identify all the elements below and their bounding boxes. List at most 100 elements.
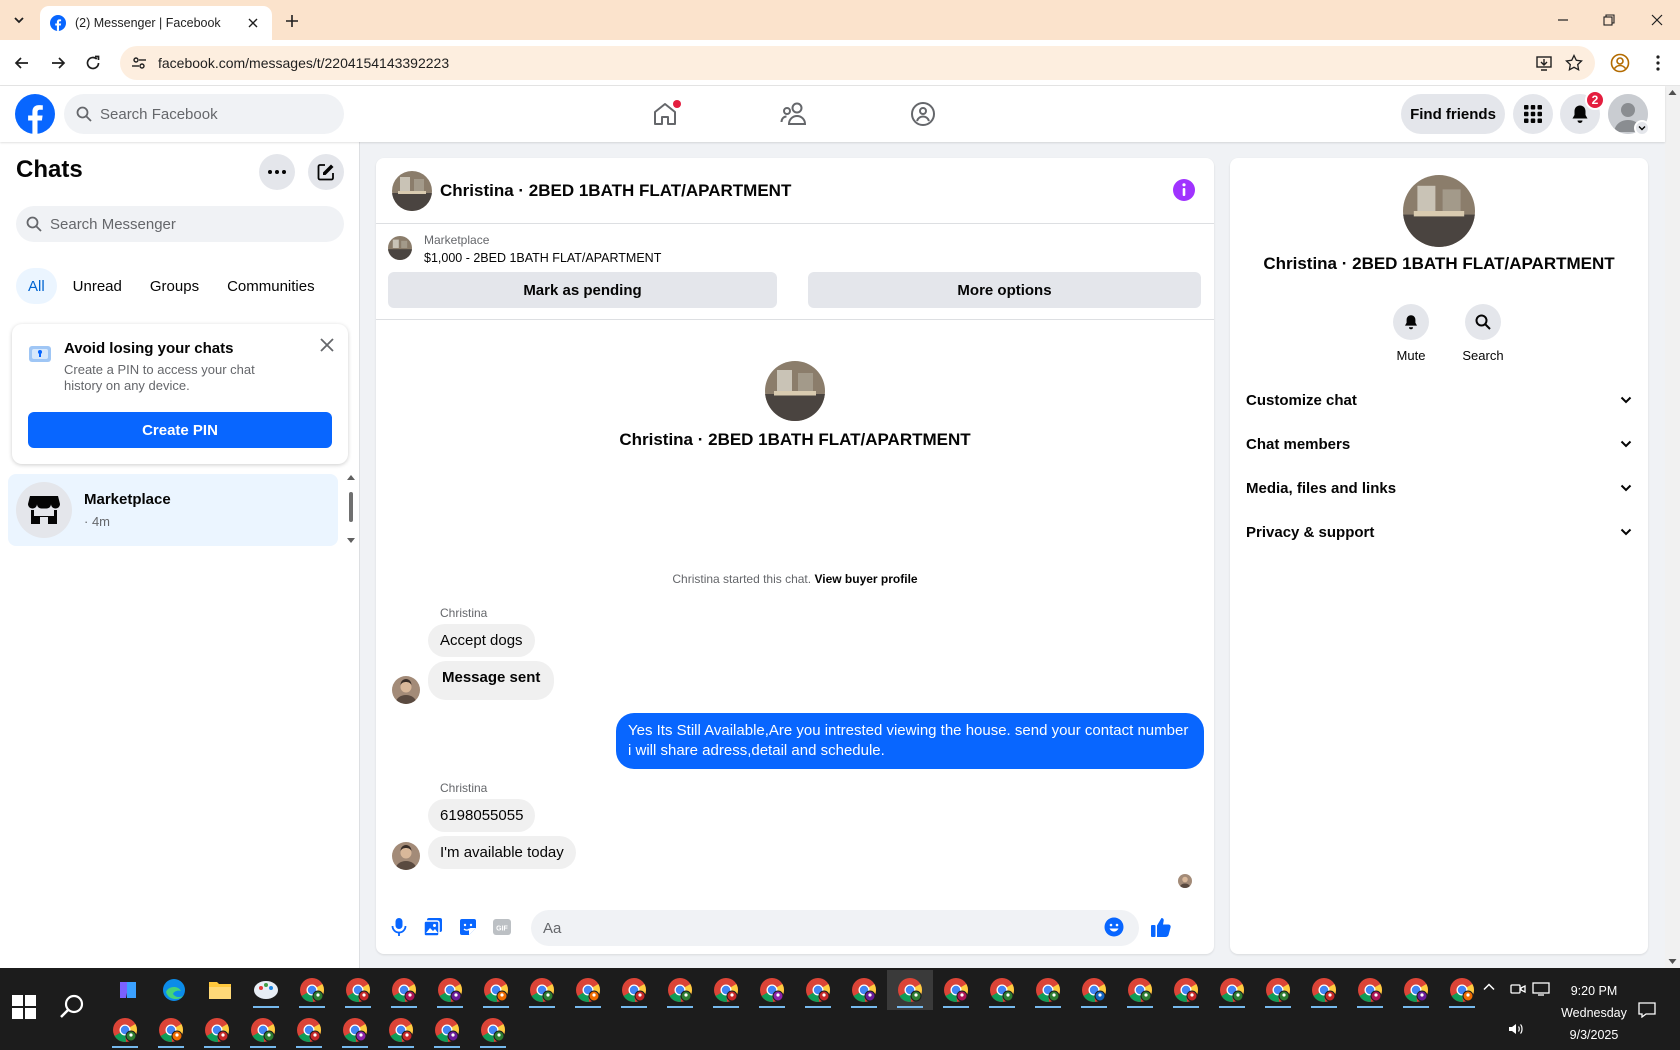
chrome-window-icon[interactable] (519, 970, 565, 1010)
chat-header-name[interactable]: Christina · 2BED 1BATH FLAT/APARTMENT (440, 181, 791, 201)
chats-options-button[interactable] (259, 154, 295, 190)
create-pin-button[interactable]: Create PIN (28, 412, 332, 448)
chrome-window-icon[interactable] (933, 970, 979, 1010)
chrome-window-icon[interactable] (1393, 970, 1439, 1010)
edge-app-icon[interactable] (151, 970, 197, 1010)
chrome-window-icon[interactable] (611, 970, 657, 1010)
page-scrollbar[interactable] (1665, 86, 1680, 968)
chrome-window-icon[interactable] (657, 970, 703, 1010)
more-options-button[interactable]: More options (808, 272, 1201, 308)
listing-thumbnail[interactable] (388, 236, 412, 260)
find-friends-button[interactable]: Find friends (1401, 94, 1505, 134)
chrome-window-icon[interactable] (286, 1010, 332, 1050)
chrome-window-icon[interactable] (1163, 970, 1209, 1010)
bookmark-star-icon[interactable] (1559, 48, 1589, 78)
reload-button[interactable] (80, 50, 106, 76)
pin-card-close-icon[interactable] (316, 334, 338, 356)
chat-members-section[interactable]: Chat members (1246, 424, 1632, 464)
chrome-window-icon[interactable] (979, 970, 1025, 1010)
sender-avatar[interactable] (392, 676, 420, 704)
chrome-window-icon[interactable] (427, 970, 473, 1010)
close-window-button[interactable] (1634, 0, 1680, 40)
facebook-search-bar[interactable] (64, 94, 344, 134)
facebook-logo-icon[interactable] (15, 94, 55, 134)
tab-search-dropdown[interactable] (6, 8, 32, 32)
chrome-window-icon[interactable] (378, 1010, 424, 1050)
browser-profile-icon[interactable] (1607, 50, 1633, 76)
mark-as-pending-button[interactable]: Mark as pending (388, 272, 777, 308)
notification-center-icon[interactable] (1638, 1002, 1656, 1018)
chrome-window-icon[interactable] (887, 970, 933, 1010)
chat-header-avatar[interactable] (392, 171, 432, 211)
sender-avatar[interactable] (392, 842, 420, 870)
chrome-window-icon[interactable] (424, 1010, 470, 1050)
sticker-button[interactable] (455, 914, 481, 940)
mute-action[interactable]: Mute (1383, 304, 1439, 363)
new-tab-button[interactable] (280, 9, 304, 33)
media-files-links-section[interactable]: Media, files and links (1246, 468, 1632, 508)
browser-tab-messenger[interactable]: (2) Messenger | Facebook (40, 6, 272, 40)
chrome-window-icon[interactable] (332, 1010, 378, 1050)
incoming-message[interactable]: Accept dogs (428, 624, 535, 657)
copilot-app-icon[interactable] (105, 970, 151, 1010)
new-message-button[interactable] (308, 154, 344, 190)
chrome-window-icon[interactable] (473, 970, 519, 1010)
search-action[interactable]: Search (1455, 304, 1511, 363)
message-input[interactable] (543, 919, 1063, 937)
like-button[interactable] (1148, 914, 1174, 940)
chrome-window-icon[interactable] (1071, 970, 1117, 1010)
restore-button[interactable] (1586, 0, 1632, 40)
paint-app-icon[interactable] (243, 970, 289, 1010)
chrome-window-icon[interactable] (749, 970, 795, 1010)
conversation-item-marketplace[interactable]: Marketplace · 4m (8, 474, 338, 546)
chrome-window-icon[interactable] (841, 970, 887, 1010)
messenger-search-input[interactable] (50, 215, 320, 233)
chrome-window-icon[interactable] (240, 1010, 286, 1050)
filter-communities[interactable]: Communities (215, 268, 327, 304)
browser-menu-icon[interactable] (1645, 50, 1671, 76)
chrome-window-icon[interactable] (289, 970, 335, 1010)
chats-scrollbar[interactable] (345, 474, 357, 544)
chrome-window-icon[interactable] (1117, 970, 1163, 1010)
nav-friends[interactable] (739, 86, 849, 142)
facebook-search-input[interactable] (100, 105, 320, 123)
meet-now-icon[interactable] (1510, 982, 1526, 996)
install-app-icon[interactable] (1529, 48, 1559, 78)
messenger-search-bar[interactable] (16, 206, 344, 242)
menu-button[interactable] (1513, 94, 1553, 134)
conversation-info-icon[interactable] (1172, 178, 1196, 202)
windows-start-icon[interactable] (12, 995, 36, 1019)
filter-all[interactable]: All (16, 268, 57, 304)
message-input-box[interactable] (531, 910, 1139, 946)
voice-clip-button[interactable] (386, 914, 412, 940)
chrome-window-icon[interactable] (335, 970, 381, 1010)
filter-unread[interactable]: Unread (61, 268, 134, 304)
chrome-window-icon[interactable] (470, 1010, 516, 1050)
info-avatar[interactable] (1403, 175, 1475, 247)
chrome-window-icon[interactable] (194, 1010, 240, 1050)
chrome-window-icon[interactable] (1209, 970, 1255, 1010)
system-clock[interactable]: 9:20 PM Wednesday 9/3/2025 (1536, 980, 1652, 1046)
nav-home[interactable] (610, 86, 720, 142)
tab-close-icon[interactable] (244, 14, 262, 32)
incoming-message[interactable]: 6198055055 (428, 799, 536, 832)
site-info-icon[interactable] (128, 52, 150, 74)
chrome-window-icon[interactable] (1255, 970, 1301, 1010)
filter-groups[interactable]: Groups (138, 268, 211, 304)
attach-media-button[interactable] (420, 914, 446, 940)
address-bar[interactable]: facebook.com/messages/t/2204154143392223 (120, 46, 1595, 80)
incoming-message[interactable]: I'm available today (428, 836, 576, 869)
minimize-button[interactable] (1540, 0, 1586, 40)
show-hidden-icons[interactable] (1482, 980, 1496, 994)
chrome-window-icon[interactable] (381, 970, 427, 1010)
gif-button[interactable]: GIF (489, 914, 515, 940)
chrome-window-icon[interactable] (1439, 970, 1485, 1010)
account-chevron-icon[interactable] (1634, 120, 1650, 136)
chrome-window-icon[interactable] (565, 970, 611, 1010)
chrome-window-icon[interactable] (148, 1010, 194, 1050)
chrome-window-icon[interactable] (795, 970, 841, 1010)
incoming-message[interactable]: Message sent (428, 661, 555, 700)
chrome-window-icon[interactable] (102, 1010, 148, 1050)
file-explorer-app-icon[interactable] (197, 970, 243, 1010)
chrome-window-icon[interactable] (1301, 970, 1347, 1010)
